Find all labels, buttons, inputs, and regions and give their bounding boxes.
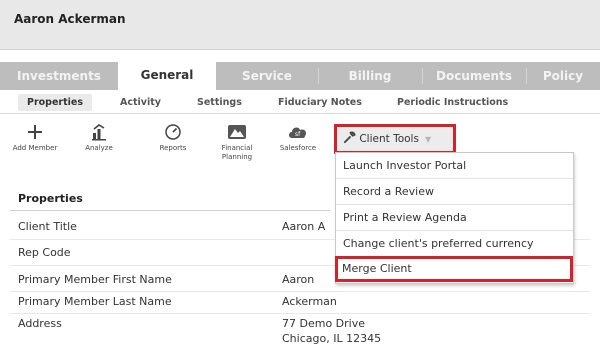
menu-item-merge-client[interactable]: Merge Client: [335, 256, 573, 282]
add-member-button[interactable]: Add Member: [9, 123, 61, 153]
row-label-last-name: Primary Member Last Name: [18, 295, 172, 308]
subtab-settings[interactable]: Settings: [197, 94, 242, 111]
salesforce-cloud-icon: sf: [289, 127, 307, 138]
row-divider: [10, 291, 590, 292]
add-member-label: Add Member: [12, 144, 58, 152]
menu-item-record-review[interactable]: Record a Review: [336, 179, 573, 205]
row-divider: [10, 313, 590, 314]
row-label-first-name: Primary Member First Name: [18, 273, 172, 286]
reports-button[interactable]: Reports: [147, 123, 199, 153]
tab-service[interactable]: Service: [216, 62, 318, 90]
client-header: Aaron Ackerman: [0, 0, 600, 50]
reports-label: Reports: [159, 144, 187, 152]
row-value-first-name: Aaron: [282, 273, 315, 286]
analyze-button[interactable]: Analyze: [73, 123, 125, 153]
tab-general[interactable]: General: [118, 61, 216, 91]
client-name: Aaron Ackerman: [14, 12, 126, 26]
tab-billing[interactable]: Billing: [318, 62, 422, 90]
financial-planning-button[interactable]: Financial Planning: [211, 123, 263, 162]
menu-item-launch-investor-portal[interactable]: Launch Investor Portal: [336, 153, 573, 179]
tab-documents[interactable]: Documents: [422, 62, 526, 90]
properties-title: Properties: [18, 192, 83, 205]
row-value-client-title: Aaron A: [282, 220, 326, 233]
row-label-client-title: Client Title: [18, 220, 77, 233]
row-value-address-line2: Chicago, IL 12345: [282, 332, 382, 345]
chevron-down-icon: ▼: [424, 135, 432, 144]
client-tools-button[interactable]: Client Tools ▼: [334, 124, 456, 154]
row-value-address-line1: 77 Demo Drive: [282, 317, 365, 330]
svg-text:sf: sf: [295, 131, 301, 138]
sub-tabs: Properties Activity Settings Fiduciary N…: [0, 90, 600, 114]
client-tools-menu: Launch Investor Portal Record a Review P…: [335, 152, 574, 284]
mountain-icon: [228, 125, 246, 139]
plus-icon: [28, 125, 42, 139]
tab-investments[interactable]: Investments: [0, 62, 118, 90]
analyze-label: Analyze: [85, 144, 113, 152]
analyze-icon: [92, 124, 106, 141]
row-label-address: Address: [18, 317, 62, 330]
menu-item-print-review-agenda[interactable]: Print a Review Agenda: [336, 205, 573, 231]
row-value-last-name: Ackerman: [282, 295, 337, 308]
salesforce-label: Salesforce: [279, 144, 317, 152]
menu-item-change-currency[interactable]: Change client's preferred currency: [336, 231, 573, 257]
properties-divider: [10, 210, 330, 211]
subtab-periodic-instructions[interactable]: Periodic Instructions: [397, 94, 508, 111]
salesforce-button[interactable]: sf Salesforce: [272, 123, 324, 153]
subtab-activity[interactable]: Activity: [120, 94, 161, 111]
main-tabs: Investments General Service Billing Docu…: [0, 50, 600, 91]
financial-planning-label: Financial Planning: [221, 144, 253, 161]
subtab-properties[interactable]: Properties: [18, 94, 92, 111]
row-label-rep-code: Rep Code: [18, 246, 71, 259]
tab-policy[interactable]: Policy: [526, 62, 600, 90]
subtab-fiduciary-notes[interactable]: Fiduciary Notes: [278, 94, 362, 111]
client-tools-label: Client Tools: [359, 133, 419, 145]
gauge-icon: [165, 124, 181, 140]
wrench-icon: [343, 131, 356, 144]
tab-strip: Investments General Service Billing Docu…: [0, 61, 600, 91]
